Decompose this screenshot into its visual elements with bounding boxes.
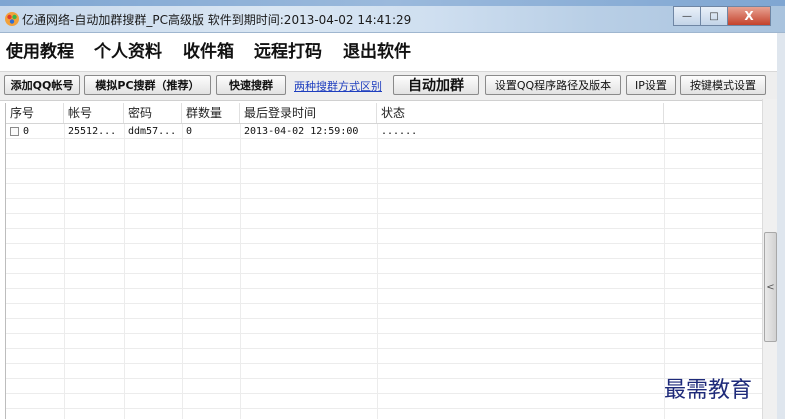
row-last-login: 2013-04-02 12:59:00 (244, 126, 359, 137)
set-qq-path-button[interactable]: 设置QQ程序路径及版本 (485, 75, 621, 95)
compare-methods-link[interactable]: 两种搜群方式区别 (294, 78, 382, 94)
menu-bar: 使用教程 个人资料 收件箱 远程打码 退出软件 (0, 33, 785, 69)
toolbar: 添加QQ帐号 模拟PC搜群（推荐） 快速搜群 两种搜群方式区别 自动加群 设置Q… (0, 71, 785, 101)
menu-item-remote-captcha[interactable]: 远程打码 (254, 37, 322, 62)
column-header-groups[interactable]: 群数量 (182, 103, 240, 123)
grid-row-line (6, 319, 763, 334)
grid-row-line (6, 139, 763, 154)
grid-row-line (6, 199, 763, 214)
window-controls: — □ X (673, 6, 771, 26)
ip-settings-button[interactable]: IP设置 (626, 75, 676, 95)
chevron-left-icon: < (766, 281, 775, 293)
minimize-button[interactable]: — (673, 6, 700, 26)
quick-search-button[interactable]: 快速搜群 (216, 75, 286, 95)
row-status: ...... (381, 126, 418, 137)
column-header-account[interactable]: 帐号 (64, 103, 124, 123)
title-bar: 亿通网络-自动加群搜群_PC高级版 软件到期时间:2013-04-02 14:4… (0, 0, 785, 33)
grid-row-line (6, 334, 763, 349)
window-title: 亿通网络-自动加群搜群_PC高级版 软件到期时间:2013-04-02 14:4… (22, 13, 412, 27)
scrollbar-thumb[interactable]: < (764, 232, 777, 342)
grid-row-line (6, 289, 763, 304)
grid-row-line (6, 214, 763, 229)
grid-row-line (6, 229, 763, 244)
window-right-edge (777, 33, 785, 419)
column-header-password[interactable]: 密码 (124, 103, 182, 123)
list-header: 序号 帐号 密码 群数量 最后登录时间 状态 (6, 103, 763, 124)
grid-row-line (6, 274, 763, 289)
account-list[interactable]: 序号 帐号 密码 群数量 最后登录时间 状态 0 25512... ddm57.… (5, 103, 763, 419)
grid-row-line (6, 379, 763, 394)
auto-join-button[interactable]: 自动加群 (393, 75, 479, 95)
grid-row-line (6, 364, 763, 379)
grid-row-line (6, 184, 763, 199)
row-groups: 0 (186, 126, 193, 137)
row-index-cell[interactable]: 0 (6, 124, 64, 139)
grid-row-line (6, 349, 763, 364)
column-header-last-login[interactable]: 最后登录时间 (240, 103, 377, 123)
table-row[interactable]: 0 25512... ddm57... 0 2013-04-02 12:59:0… (6, 124, 763, 139)
maximize-button[interactable]: □ (700, 6, 727, 26)
list-body: 0 25512... ddm57... 0 2013-04-02 12:59:0… (6, 124, 763, 419)
vertical-scrollbar[interactable]: < (762, 99, 777, 419)
row-account: 25512... (68, 126, 117, 137)
grid-row-line (6, 169, 763, 184)
column-header-status[interactable]: 状态 (377, 103, 664, 123)
watermark-text: 最需教育 (664, 378, 753, 403)
row-index: 0 (23, 126, 30, 137)
row-checkbox[interactable] (10, 126, 19, 136)
grid-row-line (6, 394, 763, 409)
menu-item-exit[interactable]: 退出软件 (343, 37, 411, 62)
app-icon (5, 12, 19, 26)
column-header-blank (664, 103, 763, 123)
grid-row-line (6, 259, 763, 274)
close-button[interactable]: X (727, 6, 771, 26)
hotkey-settings-button[interactable]: 按键模式设置 (680, 75, 766, 95)
add-qq-account-button[interactable]: 添加QQ帐号 (4, 75, 80, 95)
menu-item-profile[interactable]: 个人资料 (94, 37, 162, 62)
column-header-index[interactable]: 序号 (6, 103, 64, 123)
grid-row-line (6, 244, 763, 259)
simulate-pc-search-button[interactable]: 模拟PC搜群（推荐） (84, 75, 211, 95)
menu-item-tutorial[interactable]: 使用教程 (6, 37, 74, 62)
title-bar-strip (0, 0, 785, 6)
grid-row-line (6, 409, 763, 419)
grid-row-line (6, 154, 763, 169)
grid-row-line (6, 304, 763, 319)
menu-item-inbox[interactable]: 收件箱 (183, 37, 234, 62)
row-password: ddm57... (128, 126, 177, 137)
